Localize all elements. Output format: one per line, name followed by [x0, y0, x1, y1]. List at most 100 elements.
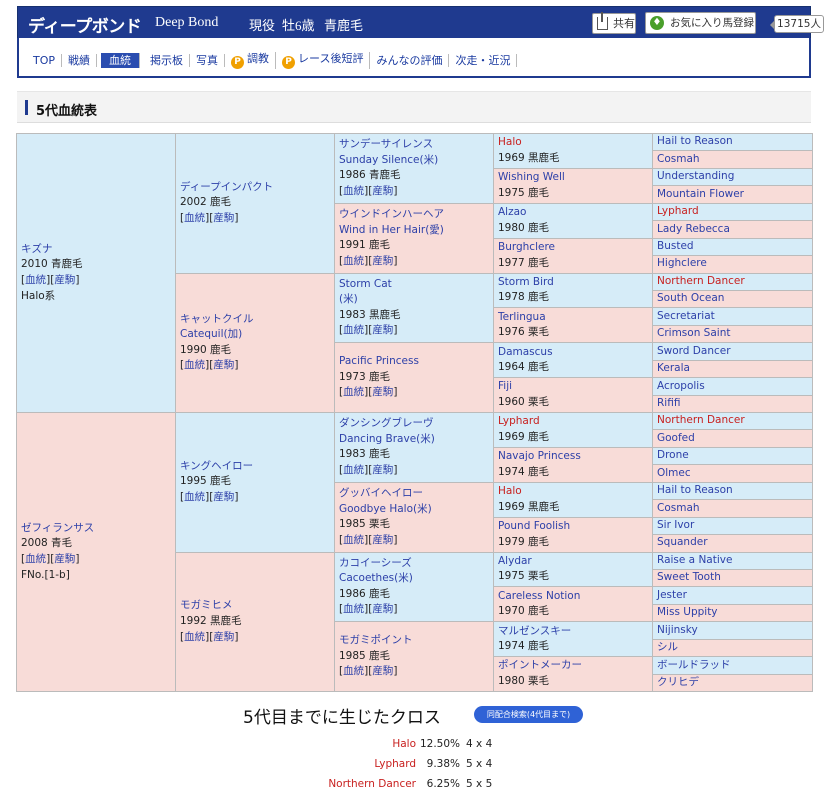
horse-name-link[interactable]: Pound Foolish — [498, 519, 648, 535]
pedigree-link[interactable]: 血統 — [343, 324, 364, 336]
horse-name-link[interactable]: Raise a Native — [657, 553, 808, 568]
offspring-link[interactable]: 産駒 — [213, 491, 234, 503]
horse-name-link[interactable]: Wishing Well — [498, 170, 648, 186]
offspring-link[interactable]: 産駒 — [372, 464, 393, 476]
pedigree-link[interactable]: 血統 — [343, 665, 364, 677]
horse-name-link[interactable]: Lyphard — [498, 414, 648, 430]
pedigree-link[interactable]: 血統 — [184, 631, 205, 643]
horse-name-en-link[interactable]: Catequil(加) — [180, 327, 330, 343]
horse-name-link[interactable]: Acropolis — [657, 379, 808, 394]
horse-name-link[interactable]: Kerala — [657, 361, 808, 376]
pedigree-link[interactable]: 血統 — [343, 464, 364, 476]
horse-name-link[interactable]: ボールドラッド — [657, 658, 808, 673]
offspring-link[interactable]: 産駒 — [213, 631, 234, 643]
pedigree-link[interactable]: 血統 — [343, 255, 364, 267]
tab-2[interactable]: 血統 — [101, 52, 141, 68]
share-button[interactable]: 共有 — [592, 12, 636, 34]
horse-name-link[interactable]: Cosmah — [657, 152, 808, 167]
horse-name-link[interactable]: ポイントメーカー — [498, 658, 648, 674]
horse-name-link[interactable]: Cosmah — [657, 501, 808, 516]
horse-name-link[interactable]: Sword Dancer — [657, 344, 808, 359]
horse-name-link[interactable]: Storm Bird — [498, 275, 648, 291]
tab-7[interactable]: みんなの評価 — [370, 53, 450, 67]
horse-name-en-link[interactable]: Dancing Brave(米) — [339, 432, 489, 448]
horse-name-link[interactable]: Understanding — [657, 169, 808, 184]
horse-name-link[interactable]: マルゼンスキー — [498, 624, 648, 640]
horse-name-link[interactable]: Olmec — [657, 466, 808, 481]
horse-name-link[interactable]: ダンシングブレーヴ — [339, 416, 489, 432]
horse-name-link[interactable]: クリヒデ — [657, 675, 808, 690]
pedigree-link[interactable]: 血統 — [184, 212, 205, 224]
cross-horse-link[interactable]: Halo — [266, 737, 416, 751]
horse-name-link[interactable]: キングヘイロー — [180, 459, 330, 475]
horse-name-link[interactable]: Burghclere — [498, 240, 648, 256]
horse-name-link[interactable]: Alydar — [498, 554, 648, 570]
horse-name-link[interactable]: Halo — [498, 484, 648, 500]
pedigree-link[interactable]: 血統 — [343, 185, 364, 197]
offspring-link[interactable]: 産駒 — [372, 534, 393, 546]
offspring-link[interactable]: 産駒 — [372, 603, 393, 615]
horse-name-en-link[interactable]: Wind in Her Hair(愛) — [339, 223, 489, 239]
tab-5[interactable]: P 調教 — [225, 51, 277, 69]
horse-name-link[interactable]: Sir Ivor — [657, 518, 808, 533]
horse-name-en-link[interactable]: Cacoethes(米) — [339, 571, 489, 587]
pedigree-link[interactable]: 血統 — [343, 386, 364, 398]
tab-1[interactable]: 戦績 — [62, 53, 98, 67]
horse-name-link[interactable]: Squander — [657, 536, 808, 551]
horse-name-link[interactable]: Navajo Princess — [498, 449, 648, 465]
horse-name-link[interactable]: キズナ — [21, 242, 171, 258]
favorite-button[interactable]: ♦ お気に入り馬登録 — [645, 12, 756, 34]
offspring-link[interactable]: 産駒 — [372, 386, 393, 398]
horse-name-link[interactable]: グッバイヘイロー — [339, 486, 489, 502]
horse-name-link[interactable]: Lady Rebecca — [657, 222, 808, 237]
horse-name-link[interactable]: Hail to Reason — [657, 135, 808, 150]
same-breeding-search-button[interactable]: 同配合検索(4代目まで) — [474, 706, 583, 723]
horse-name-link[interactable]: Northern Dancer — [657, 414, 808, 429]
horse-name-link[interactable]: Halo — [498, 135, 648, 151]
horse-name-link[interactable]: キャットクイル — [180, 312, 330, 328]
horse-name-link[interactable]: モガミヒメ — [180, 598, 330, 614]
horse-name-link[interactable]: ウインドインハーヘア — [339, 207, 489, 223]
horse-name-link[interactable]: Hail to Reason — [657, 483, 808, 498]
tab-4[interactable]: 写真 — [190, 53, 226, 67]
horse-name-en-link[interactable]: Goodbye Halo(米) — [339, 502, 489, 518]
horse-name-link[interactable]: シル — [657, 640, 808, 655]
pedigree-link[interactable]: 血統 — [25, 274, 46, 286]
horse-name-link[interactable]: Rififi — [657, 396, 808, 411]
pedigree-link[interactable]: 血統 — [343, 534, 364, 546]
tab-8[interactable]: 次走・近況 — [449, 53, 518, 67]
offspring-link[interactable]: 産駒 — [54, 553, 75, 565]
horse-name-link[interactable]: Secretariat — [657, 309, 808, 324]
horse-name-link[interactable]: Miss Uppity — [657, 605, 808, 620]
horse-name-link[interactable]: カコイーシーズ — [339, 556, 489, 572]
horse-name-en-link[interactable]: Sunday Silence(米) — [339, 153, 489, 169]
horse-name-link[interactable]: Crimson Saint — [657, 326, 808, 341]
horse-name-link[interactable]: Northern Dancer — [657, 274, 808, 289]
offspring-link[interactable]: 産駒 — [54, 274, 75, 286]
cross-horse-link[interactable]: Lyphard — [266, 757, 416, 771]
offspring-link[interactable]: 産駒 — [213, 359, 234, 371]
offspring-link[interactable]: 産駒 — [372, 665, 393, 677]
horse-name-link[interactable]: Terlingua — [498, 310, 648, 326]
horse-name-link[interactable]: ゼフィランサス — [21, 521, 171, 537]
horse-name-link[interactable]: Mountain Flower — [657, 187, 808, 202]
pedigree-link[interactable]: 血統 — [343, 603, 364, 615]
horse-name-link[interactable]: Highclere — [657, 257, 808, 272]
offspring-link[interactable]: 産駒 — [372, 324, 393, 336]
horse-name-link[interactable]: South Ocean — [657, 291, 808, 306]
horse-name-link[interactable]: Sweet Tooth — [657, 570, 808, 585]
offspring-link[interactable]: 産駒 — [372, 255, 393, 267]
horse-name-link[interactable]: Damascus — [498, 345, 648, 361]
tab-0[interactable]: TOP — [27, 53, 63, 67]
cross-horse-link[interactable]: Northern Dancer — [266, 777, 416, 791]
horse-name-link[interactable]: サンデーサイレンス — [339, 137, 489, 153]
tab-6[interactable]: P レース後短評 — [276, 51, 371, 69]
tab-3[interactable]: 掲示板 — [144, 53, 191, 67]
horse-name-link[interactable]: Alzao — [498, 205, 648, 221]
horse-name-link[interactable]: Jester — [657, 588, 808, 603]
horse-name-link[interactable]: Goofed — [657, 431, 808, 446]
pedigree-link[interactable]: 血統 — [184, 491, 205, 503]
horse-name-link[interactable]: モガミポイント — [339, 633, 489, 649]
pedigree-link[interactable]: 血統 — [184, 359, 205, 371]
horse-name-link[interactable]: ディープインパクト — [180, 180, 330, 196]
